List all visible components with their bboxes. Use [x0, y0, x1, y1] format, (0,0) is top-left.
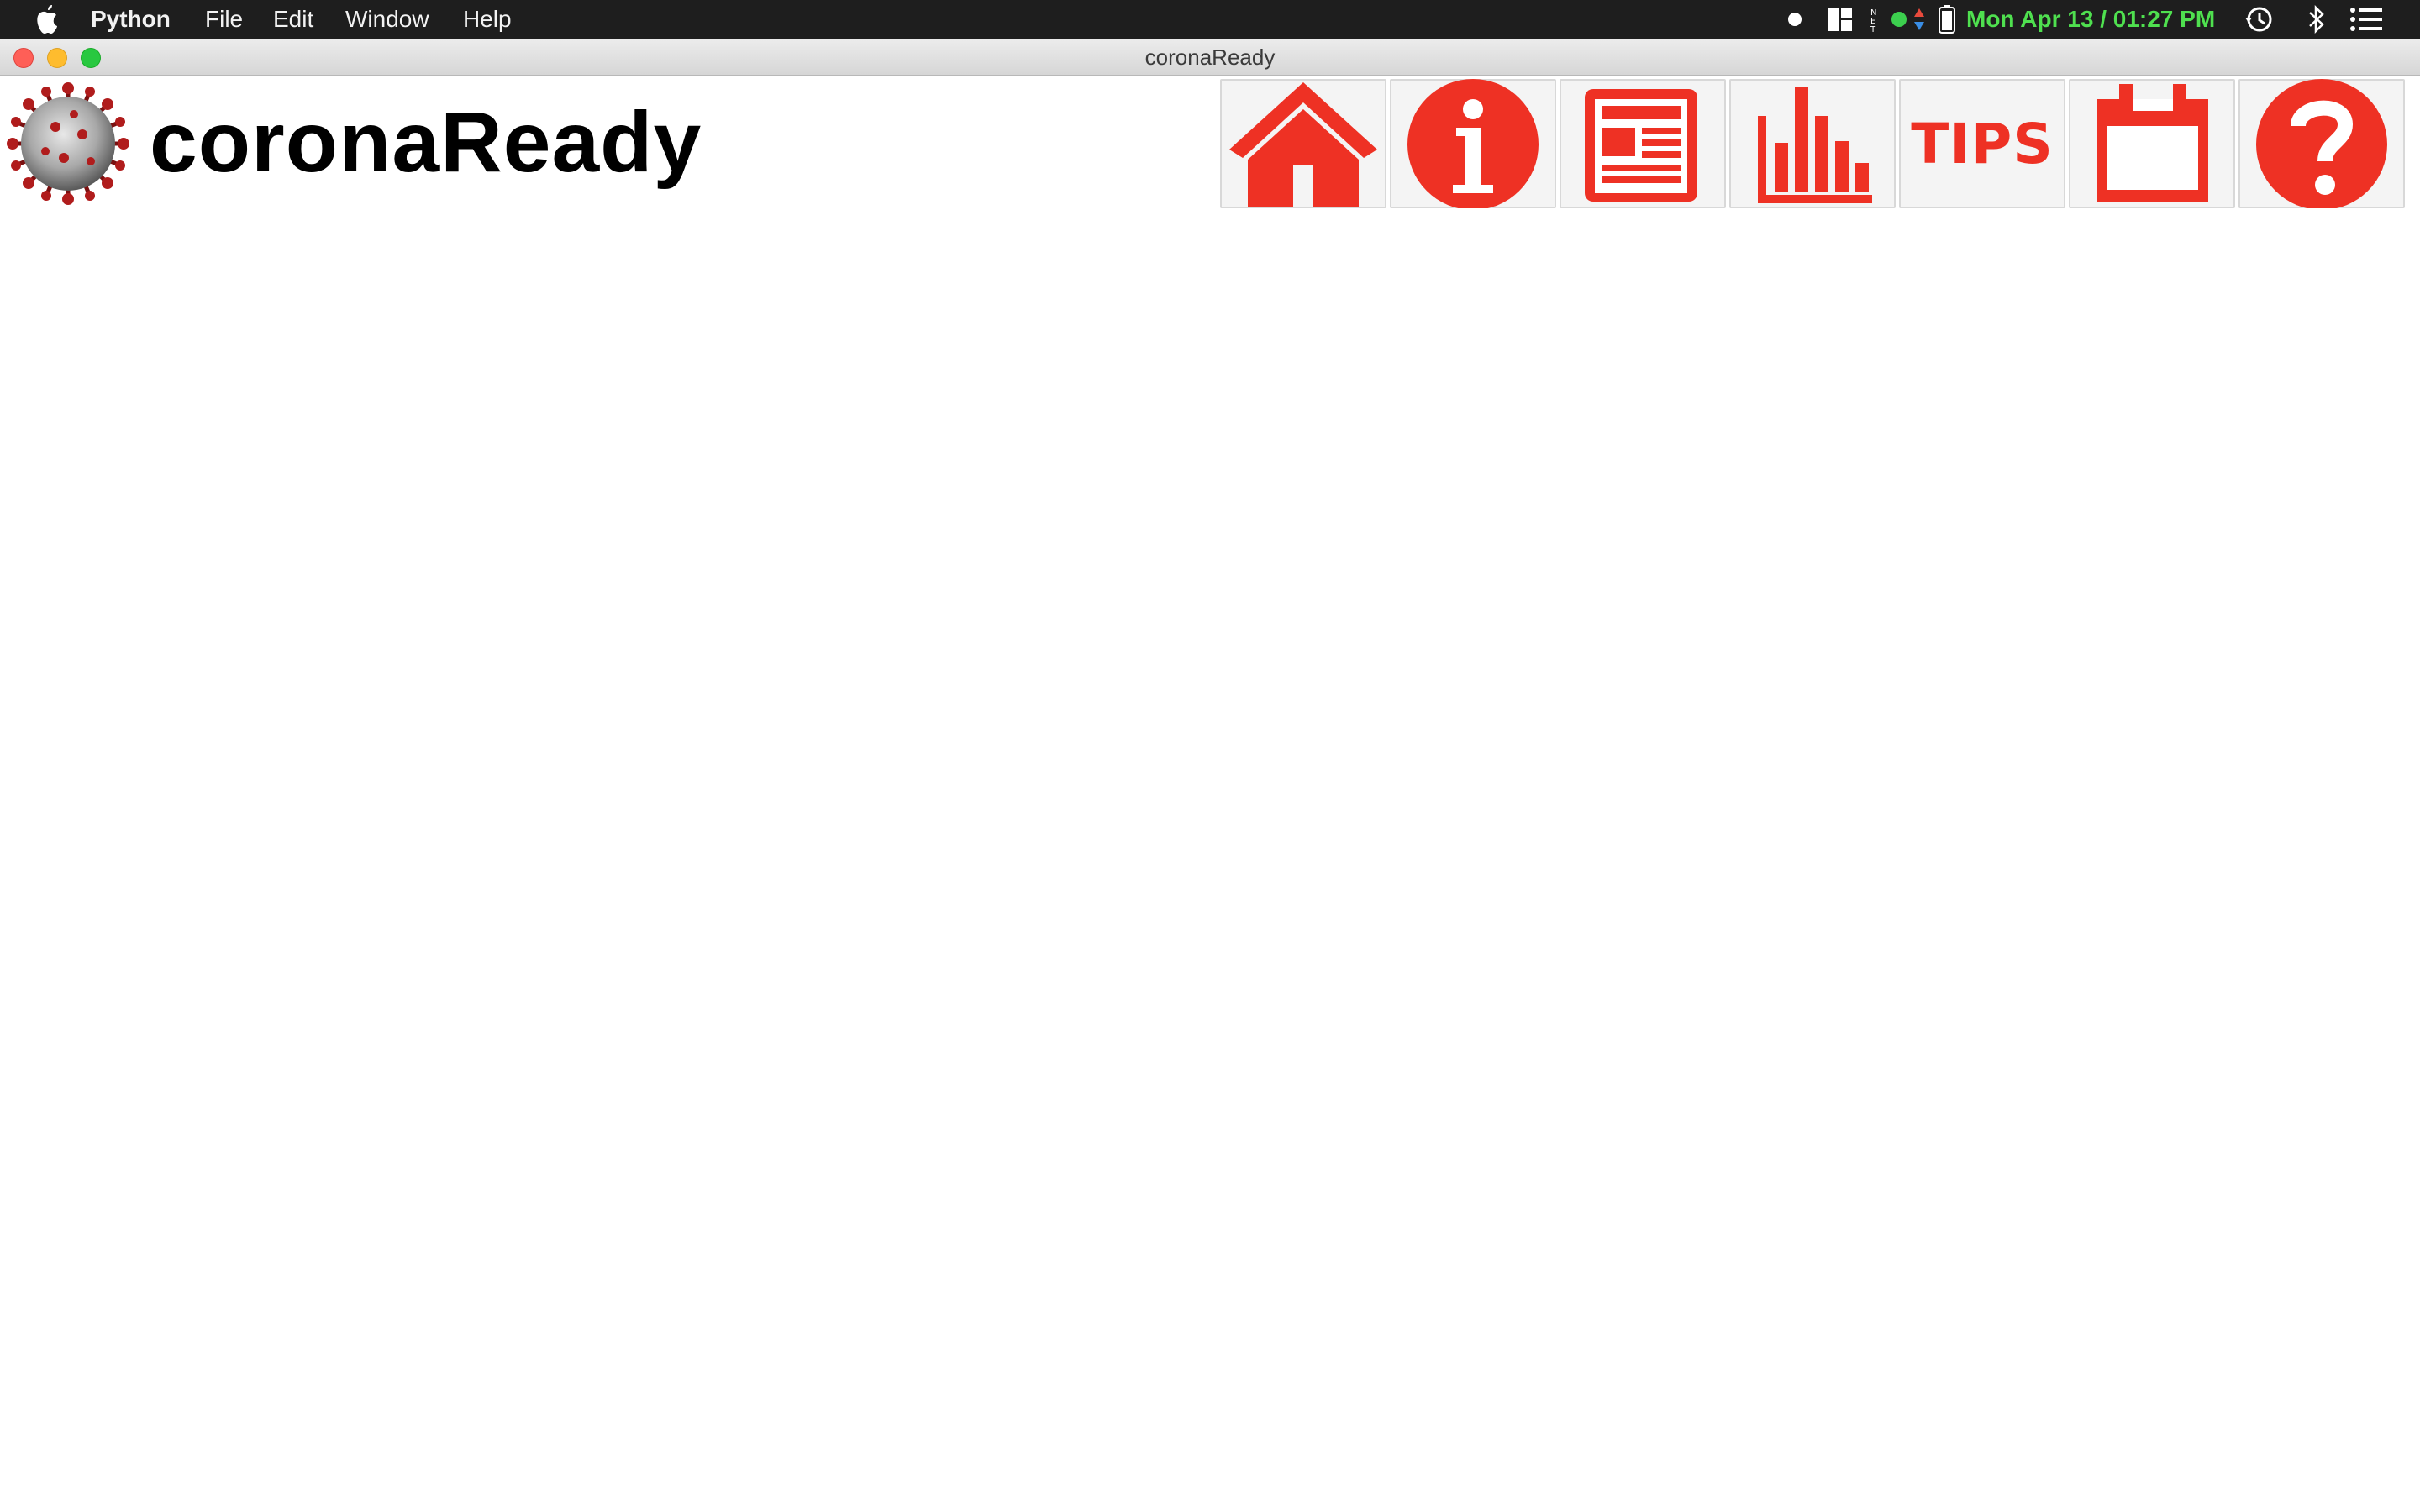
calendar-button[interactable] — [2069, 79, 2235, 208]
info-icon — [1407, 79, 1539, 208]
window-title: coronaReady — [1144, 45, 1276, 70]
menu-window[interactable]: Window — [345, 0, 429, 39]
info-button[interactable] — [1390, 79, 1556, 208]
help-button[interactable] — [2238, 79, 2405, 208]
bar-chart-icon — [1758, 87, 1872, 203]
tips-icon: TIPS — [1911, 111, 2054, 176]
app-title: coronaReady — [150, 94, 702, 190]
menu-app-name[interactable]: Python — [91, 0, 171, 39]
apple-icon[interactable] — [34, 3, 60, 35]
coronavirus-logo-icon — [7, 82, 129, 205]
home-icon — [1229, 82, 1377, 207]
question-icon — [2256, 79, 2387, 208]
tips-button[interactable]: TIPS — [1899, 79, 2065, 208]
battery-icon[interactable] — [1936, 0, 1958, 39]
news-button[interactable] — [1560, 79, 1726, 208]
newspaper-icon — [1585, 89, 1697, 202]
minimize-window-button[interactable] — [47, 48, 67, 68]
menu-clock[interactable]: Mon Apr 13 / 01:27 PM — [1966, 0, 2215, 39]
record-dot-icon[interactable] — [1785, 0, 1805, 39]
menu-bar: Python File Edit Window Help N E T Mon A… — [0, 0, 2420, 39]
calendar-icon — [2097, 84, 2208, 202]
zoom-window-button[interactable] — [81, 48, 101, 68]
nav-toolbar: TIPS — [1220, 79, 2407, 208]
stats-button[interactable] — [1729, 79, 1896, 208]
time-machine-icon[interactable] — [2242, 0, 2275, 39]
close-window-button[interactable] — [13, 48, 34, 68]
home-button[interactable] — [1220, 79, 1386, 208]
notification-list-icon[interactable] — [2349, 0, 2383, 39]
window-titlebar[interactable]: coronaReady — [0, 39, 2420, 76]
svg-text:T: T — [1870, 25, 1876, 34]
menu-file[interactable]: File — [205, 0, 243, 39]
layout-grid-icon[interactable] — [1827, 0, 1854, 39]
bluetooth-icon[interactable] — [2304, 0, 2329, 39]
network-activity-icon[interactable]: N E T — [1869, 0, 1931, 39]
menu-edit[interactable]: Edit — [273, 0, 313, 39]
menu-help[interactable]: Help — [463, 0, 512, 39]
app-content: coronaReady TIPS — [0, 76, 2420, 1512]
